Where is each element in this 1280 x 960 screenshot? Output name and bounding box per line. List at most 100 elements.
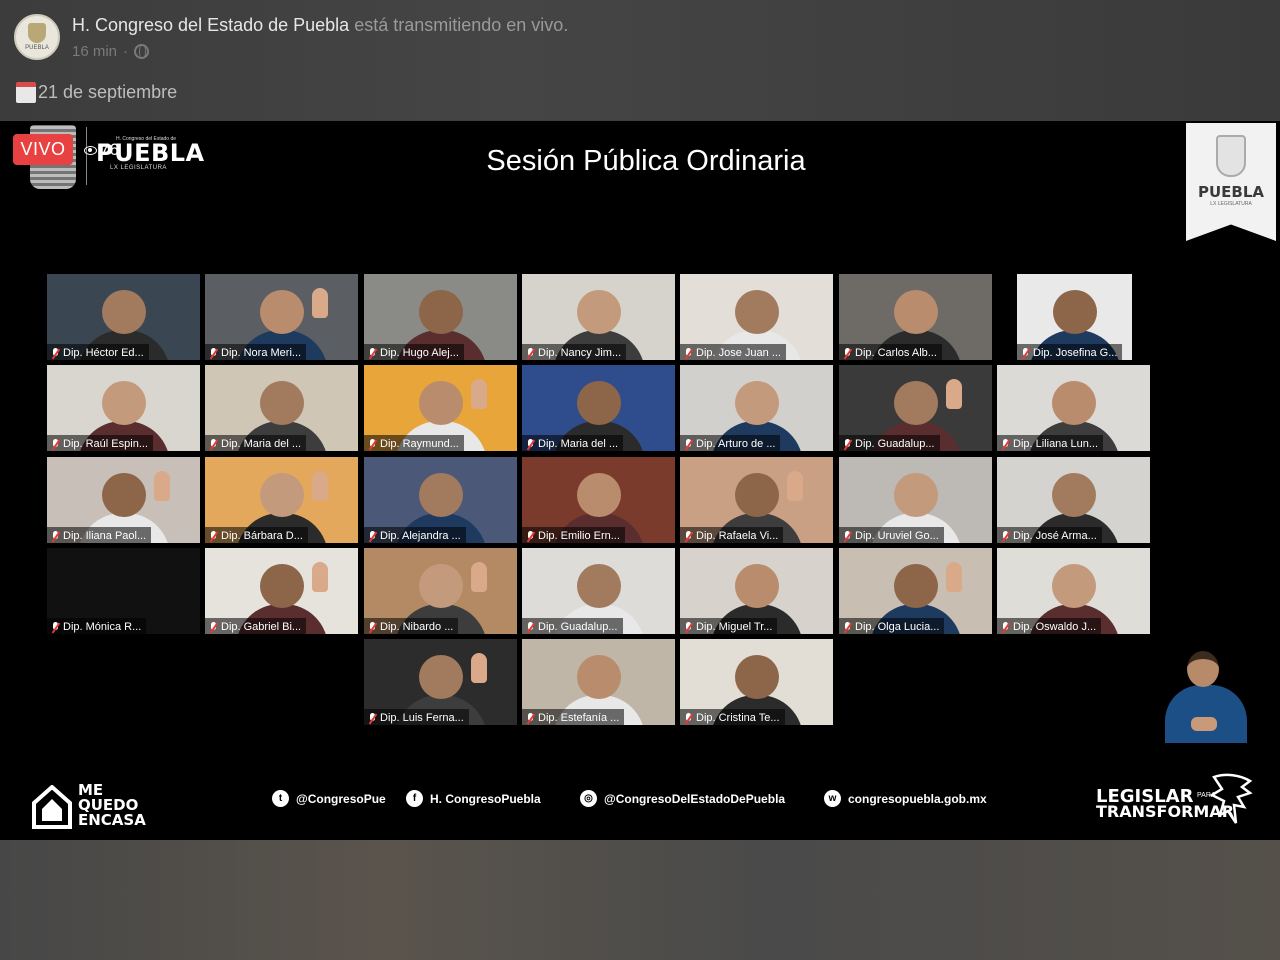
muted-mic-icon [684, 712, 693, 724]
banner-crest-icon [1216, 135, 1246, 177]
participant-face [101, 290, 146, 334]
participant-name-bar: Dip. Hugo Alej... [364, 344, 464, 360]
participant-face [418, 290, 463, 334]
participant-face [1051, 564, 1096, 608]
participant-tile[interactable]: Dip. Josefina G... [1017, 274, 1132, 360]
muted-mic-icon [526, 347, 535, 359]
muted-mic-icon [843, 438, 852, 450]
participant-tile[interactable]: Dip. Cristina Te... [680, 639, 833, 725]
participant-tile[interactable]: Dip. Mónica R... [47, 548, 200, 634]
participant-tile[interactable]: Dip. Nibardo ... [364, 548, 517, 634]
participant-face [576, 381, 621, 425]
muted-mic-icon [209, 621, 218, 633]
participant-name-bar: Dip. Miguel Tr... [680, 618, 778, 634]
participant-tile[interactable]: Dip. Carlos Alb... [839, 274, 992, 360]
globe-icon[interactable] [134, 44, 150, 59]
participant-face [1052, 290, 1097, 334]
participant-face [1051, 381, 1096, 425]
participant-name: Dip. Guadalup... [538, 621, 618, 633]
facebook-icon: f [406, 790, 423, 807]
participant-face [734, 655, 779, 699]
participant-tile[interactable]: Dip. Bárbara D... [205, 457, 358, 543]
participant-name-bar: Dip. Alejandra ... [364, 527, 466, 543]
participant-name-bar: Dip. Liliana Lun... [997, 435, 1103, 451]
muted-mic-icon [1001, 438, 1010, 450]
raised-hand [311, 562, 328, 592]
muted-mic-icon [843, 621, 852, 633]
muted-mic-icon [684, 621, 693, 633]
post-background [0, 840, 1280, 960]
participant-name: Dip. Gabriel Bi... [221, 621, 302, 633]
participant-tile[interactable]: Dip. Nancy Jim... [522, 274, 675, 360]
raised-hand [470, 379, 487, 409]
participant-tile[interactable]: Dip. Nora Meri... [205, 274, 358, 360]
participant-tile[interactable]: Dip. Liliana Lun... [997, 365, 1150, 451]
participant-tile[interactable]: Dip. Rafaela Vi... [680, 457, 833, 543]
interpreter-head [1187, 651, 1219, 687]
muted-mic-icon [843, 530, 852, 542]
participant-tile[interactable]: Dip. Estefanía ... [522, 639, 675, 725]
participant-name-bar: Dip. Nibardo ... [364, 618, 459, 634]
participant-name-bar: Dip. Raúl Espin... [47, 435, 153, 451]
raised-hand [311, 471, 328, 501]
participant-name: Dip. Iliana Paol... [63, 530, 147, 542]
participant-tile[interactable]: Dip. José Arma... [997, 457, 1150, 543]
participant-name-bar: Dip. Nancy Jim... [522, 344, 627, 360]
live-video-player[interactable]: H. Congreso del Estado de PUEBLA LX LEGI… [0, 121, 1280, 840]
participant-tile[interactable]: Dip. Iliana Paol... [47, 457, 200, 543]
participant-tile[interactable]: Dip. Maria del ... [205, 365, 358, 451]
participant-tile[interactable]: Dip. Arturo de ... [680, 365, 833, 451]
muted-mic-icon [209, 530, 218, 542]
participant-name: Dip. Olga Lucia... [855, 621, 940, 633]
participant-name-bar: Dip. Luis Ferna... [364, 709, 469, 725]
session-title: Sesión Pública Ordinaria [486, 145, 806, 177]
broadcast-footer: ME QUEDO ENCASA t @CongresoPue f H. Cong… [0, 771, 1280, 840]
participant-tile[interactable]: Dip. Luis Ferna... [364, 639, 517, 725]
participant-tile[interactable]: Dip. Alejandra ... [364, 457, 517, 543]
participant-tile[interactable]: Dip. Héctor Ed... [47, 274, 200, 360]
website-text: congresopuebla.gob.mx [848, 791, 987, 806]
participant-name: Dip. Arturo de ... [696, 438, 776, 450]
participant-face [893, 473, 938, 517]
participant-tile[interactable]: Dip. Jose Juan ... [680, 274, 833, 360]
post-action-text: está transmitiendo en vivo. [354, 15, 569, 35]
participant-name: Dip. Hugo Alej... [380, 347, 459, 359]
participant-face [893, 381, 938, 425]
participant-name: Dip. Nibardo ... [380, 621, 454, 633]
participant-tile[interactable]: Dip. Raúl Espin... [47, 365, 200, 451]
twitter-icon: t [272, 790, 289, 807]
participant-tile[interactable]: Dip. Emilio Ern... [522, 457, 675, 543]
participant-tile[interactable]: Dip. Uruviel Go... [839, 457, 992, 543]
participant-tile[interactable]: Dip. Oswaldo J... [997, 548, 1150, 634]
participant-face [576, 564, 621, 608]
post-header: PUEBLA H. Congreso del Estado de Puebla … [0, 0, 1280, 120]
participant-name-bar: Dip. Bárbara D... [205, 527, 308, 543]
participant-tile[interactable]: Dip. Olga Lucia... [839, 548, 992, 634]
participant-face [418, 473, 463, 517]
participant-face [576, 290, 621, 334]
participant-tile[interactable]: Dip. Maria del ... [522, 365, 675, 451]
participant-tile[interactable]: Dip. Miguel Tr... [680, 548, 833, 634]
avatar-label: PUEBLA [25, 45, 49, 51]
post-timestamp[interactable]: 16 min [72, 43, 117, 60]
participant-name-bar: Dip. Olga Lucia... [839, 618, 945, 634]
participant-name: Dip. José Arma... [1013, 530, 1097, 542]
participant-name: Dip. Luis Ferna... [380, 712, 464, 724]
participant-tile[interactable]: Dip. Gabriel Bi... [205, 548, 358, 634]
muted-mic-icon [526, 621, 535, 633]
page-name-link[interactable]: H. Congreso del Estado de Puebla [72, 15, 349, 35]
participant-name: Dip. Mónica R... [63, 621, 142, 633]
participant-tile[interactable]: Dip. Guadalup... [839, 365, 992, 451]
participant-name: Dip. Bárbara D... [221, 530, 303, 542]
participant-name: Dip. Maria del ... [221, 438, 302, 450]
participant-tile[interactable]: Dip. Raymund... [364, 365, 517, 451]
participant-name-bar: Dip. Raymund... [364, 435, 464, 451]
eagle-icon [1209, 773, 1253, 824]
house-icon [32, 785, 72, 829]
page-avatar[interactable]: PUEBLA [14, 14, 60, 60]
participant-tile[interactable]: Dip. Hugo Alej... [364, 274, 517, 360]
participant-face [418, 381, 463, 425]
participant-name: Dip. Raymund... [380, 438, 459, 450]
muted-mic-icon [368, 530, 377, 542]
participant-tile[interactable]: Dip. Guadalup... [522, 548, 675, 634]
